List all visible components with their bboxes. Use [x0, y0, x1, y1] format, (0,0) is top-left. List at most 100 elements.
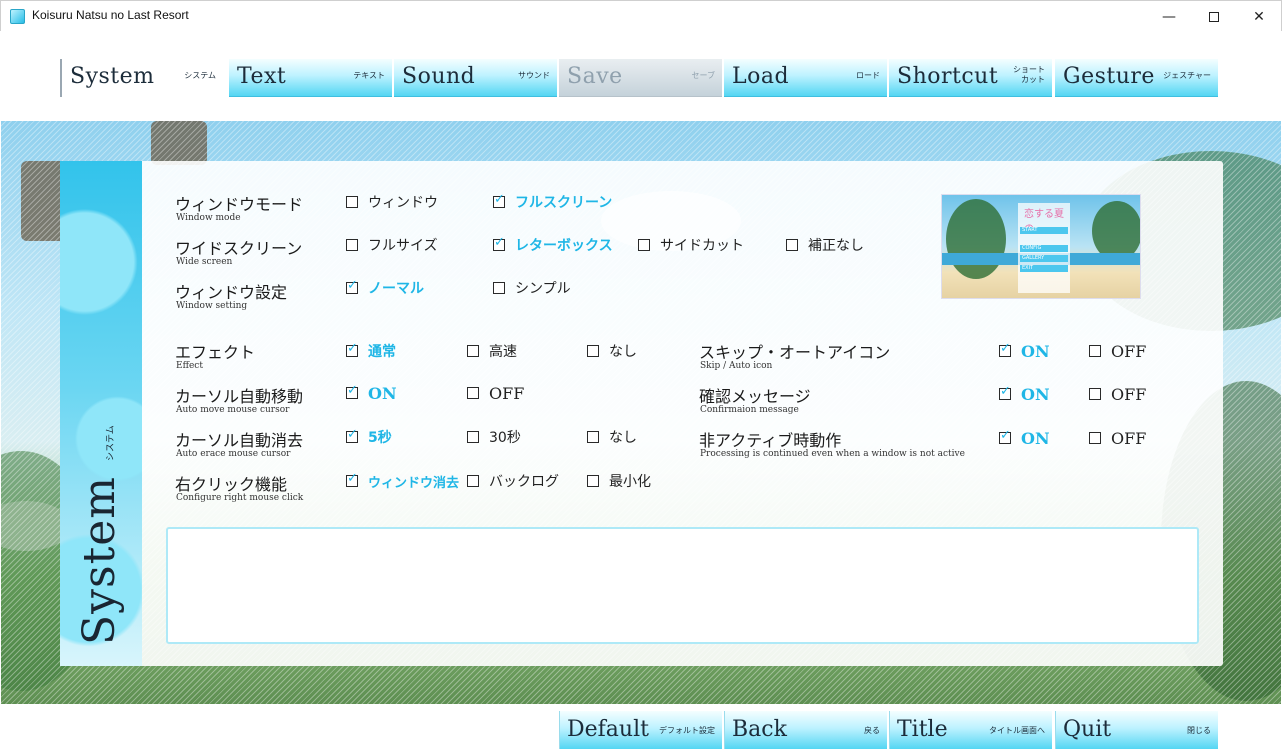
checkbox-icon [493, 282, 505, 294]
option-label-auto-move-cursor: カーソル自動移動 [175, 387, 304, 406]
checkbox-letterbox[interactable]: レターボックス [493, 235, 613, 254]
preview-palm [946, 199, 1006, 279]
window-preview-image: 恋する夏の START CONFIG GALLERY EXIT [941, 194, 1141, 299]
option-sublabel: Configure right mouse click [176, 493, 304, 503]
close-button[interactable]: ✕ [1236, 1, 1282, 32]
tab-label: System [70, 64, 155, 89]
tab-system[interactable]: System システム [60, 59, 223, 97]
button-sublabel: 閉じる [1187, 726, 1211, 735]
checkbox-checked-icon [346, 341, 358, 357]
checkbox-icon [467, 387, 479, 399]
preview-button: CONFIG [1020, 245, 1068, 252]
tab-sublabel: テキスト [353, 71, 385, 80]
checkbox-checked-icon [493, 192, 505, 208]
checkbox-icon [467, 345, 479, 357]
tab-sound[interactable]: Sound サウンド [394, 59, 557, 97]
option-label-skip-auto-icon: スキップ・オートアイコン [699, 343, 891, 362]
option-label-confirmation-message: 確認メッセージ [699, 387, 811, 406]
preview-button: GALLERY [1020, 255, 1068, 262]
checkbox-icon [587, 345, 599, 357]
default-button[interactable]: Default デフォルト設定 [559, 711, 722, 749]
checkbox-checked-icon [999, 341, 1011, 357]
checkbox-checked-icon [346, 471, 358, 487]
checkbox-icon [1089, 388, 1101, 400]
checkbox-icon [346, 239, 358, 251]
checkbox-no-correction[interactable]: 補正なし [786, 236, 864, 254]
checkbox-right-click-hide-window[interactable]: ウィンドウ消去 [346, 471, 459, 491]
checkbox-right-click-backlog[interactable]: バックログ [467, 472, 559, 490]
checkbox-auto-move-off[interactable]: OFF [467, 384, 524, 403]
checkbox-icon [638, 239, 650, 251]
panel-side-subtitle: システム [106, 425, 116, 461]
checkbox-side-cut[interactable]: サイドカット [638, 236, 744, 254]
checkbox-checked-icon [999, 428, 1011, 444]
checkbox-window[interactable]: ウィンドウ [346, 193, 438, 211]
checkbox-erase-30s[interactable]: 30秒 [467, 428, 521, 446]
checkbox-inactive-on[interactable]: ON [999, 428, 1050, 448]
back-button[interactable]: Back 戻る [724, 711, 887, 749]
panel-side-title: System [74, 475, 125, 645]
app-icon [10, 9, 25, 24]
checkbox-skip-icon-on[interactable]: ON [999, 341, 1050, 361]
checkbox-confirm-off[interactable]: OFF [1089, 385, 1146, 404]
option-label-effect: エフェクト [175, 343, 256, 362]
checkbox-icon [786, 239, 798, 251]
panel-side-strip: System システム [60, 161, 142, 666]
tab-shortcut[interactable]: Shortcut ショート カット [889, 59, 1052, 97]
option-label-window-mode: ウィンドウモード [175, 195, 304, 214]
checkbox-normal[interactable]: ノーマル [346, 278, 424, 297]
maximize-button[interactable] [1191, 1, 1237, 32]
option-sublabel: Processing is continued even when a wind… [700, 449, 965, 459]
button-sublabel: タイトル画面へ [989, 726, 1045, 735]
preview-button: START [1020, 227, 1068, 234]
checkbox-icon [467, 475, 479, 487]
checkbox-skip-icon-off[interactable]: OFF [1089, 342, 1146, 361]
tab-label: Gesture [1063, 64, 1155, 89]
checkbox-effect-fast[interactable]: 高速 [467, 342, 517, 360]
tab-save: Save セーブ [559, 59, 722, 97]
checkbox-fullscreen[interactable]: フルスクリーン [493, 192, 612, 211]
tab-label: Text [237, 64, 287, 89]
tab-label: Sound [402, 64, 476, 89]
checkbox-checked-icon [999, 384, 1011, 400]
checkbox-simple[interactable]: シンプル [493, 279, 571, 297]
checkbox-auto-move-on[interactable]: ON [346, 383, 397, 403]
checkbox-effect-none[interactable]: なし [587, 342, 637, 360]
tab-sublabel: ジェスチャー [1163, 71, 1211, 80]
tab-sublabel: ショート カット [1013, 65, 1045, 84]
checkbox-icon [587, 431, 599, 443]
tab-gesture[interactable]: Gesture ジェスチャー [1055, 59, 1218, 97]
checkbox-inactive-off[interactable]: OFF [1089, 429, 1146, 448]
checkbox-checked-icon [346, 278, 358, 294]
checkbox-checked-icon [493, 235, 505, 251]
maximize-icon [1209, 11, 1219, 22]
checkbox-erase-5s[interactable]: 5秒 [346, 427, 392, 446]
tab-sublabel: セーブ [691, 71, 715, 80]
option-label-window-setting: ウィンドウ設定 [175, 283, 288, 302]
tab-sublabel: システム [184, 71, 216, 80]
option-sublabel: Wide screen [176, 257, 233, 267]
option-label-inactive-processing: 非アクティブ時動作 [699, 431, 842, 450]
preview-palm [1092, 201, 1140, 261]
checkbox-erase-none[interactable]: なし [587, 428, 637, 446]
button-label: Title [897, 717, 948, 742]
tab-load[interactable]: Load ロード [724, 59, 887, 97]
tab-label: Save [567, 64, 623, 89]
checkbox-icon [346, 196, 358, 208]
checkbox-effect-normal[interactable]: 通常 [346, 341, 396, 360]
button-label: Quit [1063, 717, 1112, 742]
minimize-button[interactable]: — [1146, 1, 1192, 32]
option-label-right-click: 右クリック機能 [175, 475, 288, 494]
checkbox-right-click-minimize[interactable]: 最小化 [587, 472, 651, 490]
settings-panel: System システム ウィンドウモード Window mode ウィンドウ フ… [60, 161, 1223, 666]
checkbox-full-size[interactable]: フルサイズ [346, 236, 438, 254]
tab-sublabel: サウンド [518, 71, 550, 80]
option-label-auto-erase-cursor: カーソル自動消去 [175, 431, 304, 450]
tab-text[interactable]: Text テキスト [229, 59, 392, 97]
checkbox-checked-icon [346, 427, 358, 443]
option-sublabel: Auto erace mouse cursor [176, 449, 291, 459]
title-button[interactable]: Title タイトル画面へ [889, 711, 1052, 749]
checkbox-confirm-on[interactable]: ON [999, 384, 1050, 404]
option-sublabel: Skip / Auto icon [700, 361, 773, 371]
quit-button[interactable]: Quit 閉じる [1055, 711, 1218, 749]
